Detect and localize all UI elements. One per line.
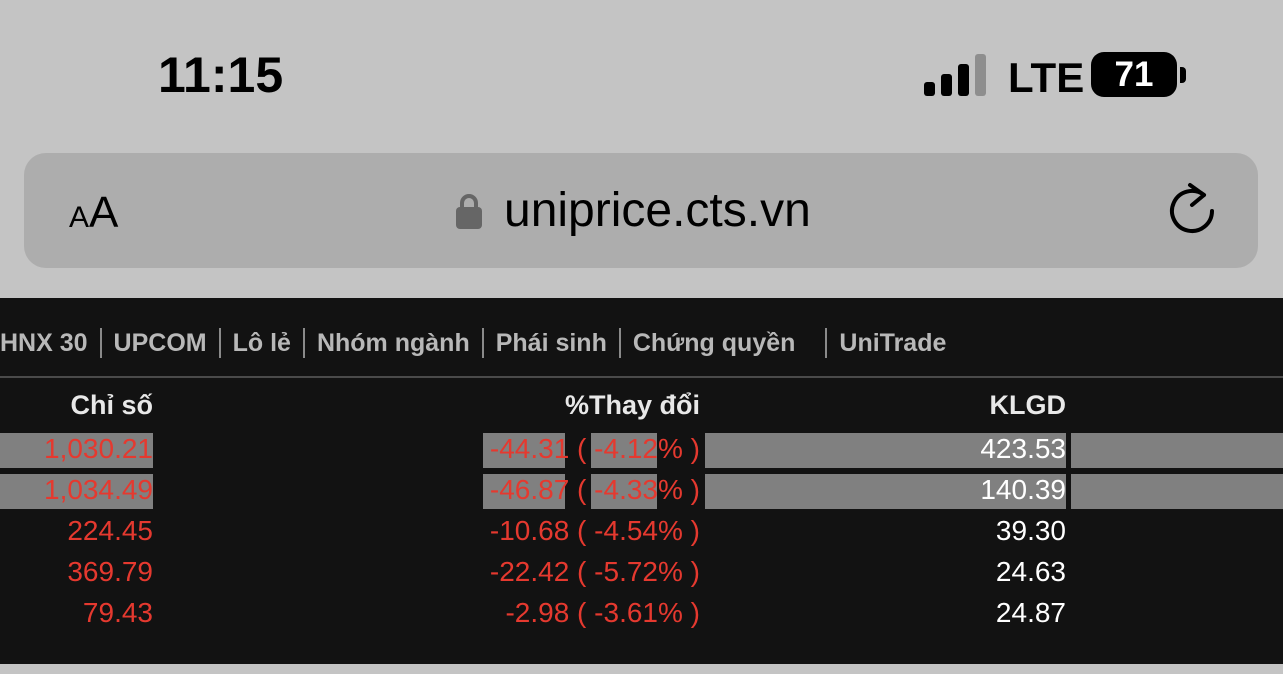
table-row[interactable]: 1,030.21 -44.31 ( -4.12% ) 423.53	[0, 431, 1283, 472]
status-bar: 11:15 LTE 71	[0, 0, 1283, 150]
volume-value: 24.63	[995, 556, 1066, 587]
change-value: -2.98	[505, 597, 570, 628]
change-cell: -44.31 ( -4.12% )	[400, 431, 700, 472]
pct-close: % )	[658, 433, 700, 464]
change-cell: -22.42 ( -5.72% )	[400, 554, 700, 595]
table-row[interactable]: 79.43 -2.98 ( -3.61% ) 24.87	[0, 595, 1283, 636]
change-percent: -3.61	[594, 597, 658, 628]
change-cell: -10.68 ( -4.54% )	[400, 513, 700, 554]
index-value: 1,030.21	[44, 433, 153, 464]
table-row[interactable]: 224.45 -10.68 ( -4.54% ) 39.30	[0, 513, 1283, 554]
volume-value: 39.30	[995, 515, 1066, 546]
volume-value: 140.39	[980, 474, 1066, 505]
tab-separator	[218, 328, 221, 358]
text-size-button[interactable]: AA	[69, 191, 118, 235]
address-bar[interactable]: AA uniprice.cts.vn	[24, 153, 1258, 268]
table-row[interactable]: 1,034.49 -46.87 ( -4.33% ) 140.39	[0, 472, 1283, 513]
row-highlight	[1071, 474, 1283, 509]
tab-sector-group[interactable]: Nhóm ngành	[317, 329, 470, 358]
pct-open: (	[569, 474, 595, 505]
tab-separator	[302, 328, 305, 358]
battery-icon: 71	[1091, 52, 1177, 97]
tab-hnx30[interactable]: HNX 30	[0, 329, 88, 358]
clock: 11:15	[158, 47, 284, 103]
change-percent: -5.72	[594, 556, 658, 587]
battery-tip	[1180, 67, 1186, 83]
tab-divider	[0, 376, 1283, 378]
text-size-large-glyph: A	[89, 188, 119, 237]
change-percent: -4.33	[594, 474, 658, 505]
volume-value: 423.53	[980, 433, 1066, 464]
index-value: 224.45	[67, 515, 153, 546]
pct-open: (	[569, 515, 595, 546]
text-size-small-glyph: A	[69, 201, 90, 234]
change-value: -10.68	[489, 515, 570, 546]
tab-separator	[481, 328, 484, 358]
table-row[interactable]: 369.79 -22.42 ( -5.72% ) 24.63	[0, 554, 1283, 595]
header-change: %Thay đổi	[564, 390, 700, 420]
tab-upcom[interactable]: UPCOM	[114, 329, 207, 358]
pct-open: (	[569, 597, 595, 628]
lock-icon	[456, 194, 482, 229]
url-text[interactable]: uniprice.cts.vn	[504, 183, 811, 238]
header-index: Chỉ số	[70, 390, 153, 420]
tab-unitrade[interactable]: UniTrade	[839, 329, 946, 358]
tab-separator	[825, 328, 828, 358]
change-cell: -2.98 ( -3.61% )	[400, 595, 700, 636]
index-value: 79.43	[82, 597, 153, 628]
pct-open: (	[569, 433, 595, 464]
index-value: 369.79	[67, 556, 153, 587]
market-tabs: HNX 30 UPCOM Lô lẻ Nhóm ngành Phái sinh …	[0, 326, 946, 360]
battery-level: 71	[1114, 54, 1154, 94]
pct-close: % )	[658, 556, 700, 587]
change-cell: -46.87 ( -4.33% )	[400, 472, 700, 513]
pct-open: (	[569, 556, 595, 587]
change-value: -22.42	[489, 556, 570, 587]
pct-close: % )	[658, 474, 700, 505]
change-value: -44.31	[489, 433, 570, 464]
price-board: HNX 30 UPCOM Lô lẻ Nhóm ngành Phái sinh …	[0, 298, 1283, 664]
volume-value: 24.87	[995, 597, 1066, 628]
cellular-signal-icon	[924, 54, 986, 96]
pct-close: % )	[658, 597, 700, 628]
tab-separator	[618, 328, 621, 358]
header-volume: KLGD	[989, 390, 1067, 420]
row-highlight	[1071, 433, 1283, 468]
change-percent: -4.12	[594, 433, 658, 464]
tab-warrants[interactable]: Chứng quyền	[633, 329, 796, 358]
change-value: -46.87	[489, 474, 570, 505]
change-percent: -4.54	[594, 515, 658, 546]
tab-odd-lot[interactable]: Lô lẻ	[233, 329, 291, 358]
index-value: 1,034.49	[44, 474, 153, 505]
reload-icon[interactable]	[1168, 181, 1218, 237]
pct-close: % )	[658, 515, 700, 546]
tab-derivatives[interactable]: Phái sinh	[496, 329, 607, 358]
bottom-strip	[0, 664, 1283, 674]
tab-separator	[99, 328, 102, 358]
network-type: LTE	[1008, 54, 1085, 101]
